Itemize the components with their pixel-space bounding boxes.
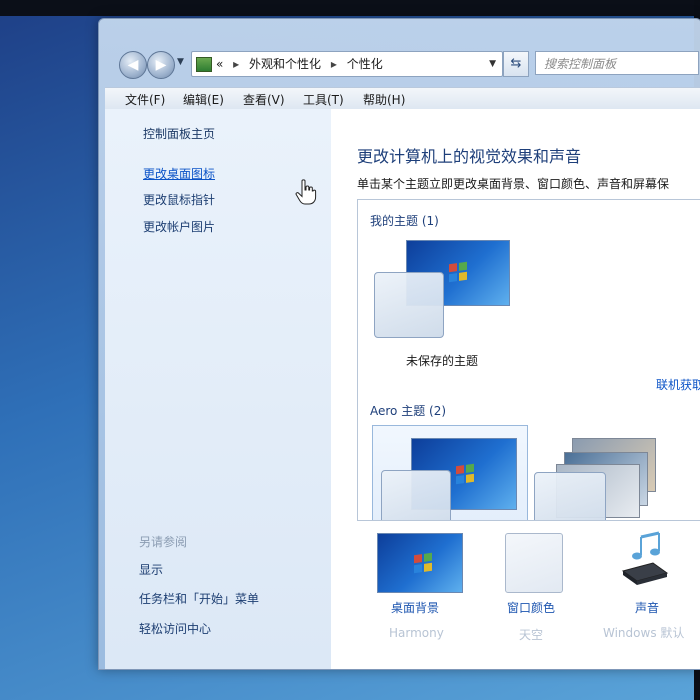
architecture-theme-color-swatch [534,472,606,520]
refresh-button[interactable]: ⇆ [503,51,529,77]
change-desktop-icons-link[interactable]: 更改桌面图标 [143,165,215,182]
breadcrumb-appearance[interactable]: 外观和个性化 [249,57,321,71]
windows-logo-icon [414,552,432,574]
windows-logo-icon [456,463,474,485]
breadcrumb-separator: ▸ [330,57,337,71]
address-dropdown-chevron-down-icon[interactable]: ▼ [489,52,496,76]
get-more-themes-online-link[interactable]: 联机获取 [656,376,700,393]
search-input[interactable]: 搜索控制面板 [535,51,699,75]
screen-bezel-top [0,0,700,16]
sound-icon[interactable] [617,529,673,587]
taskbar-start-menu-link[interactable]: 任务栏和「开始」菜单 [139,590,259,607]
change-account-picture-link[interactable]: 更改帐户图片 [143,218,215,235]
page-title: 更改计算机上的视觉效果和声音 [357,147,582,166]
unsaved-theme-color-swatch [374,272,444,338]
address-bar[interactable]: « ▸ 外观和个性化 ▸ 个性化 ▼ [191,51,503,77]
breadcrumb-separator: ▸ [233,57,240,71]
my-themes-heading: 我的主题 (1) [370,214,439,228]
menu-file[interactable]: 文件(F) [125,91,165,108]
sounds-button[interactable]: 声音 [635,599,659,616]
window-color-value: 天空 [519,628,544,642]
desktop-background-button[interactable]: 桌面背景 [391,599,439,616]
forward-button[interactable]: ▶ [147,51,175,79]
personalization-window: ◀ ▶ ▼ « ▸ 外观和个性化 ▸ 个性化 ▼ ⇆ 搜索控制面板 文件(F) … [98,18,700,670]
breadcrumb-overflow[interactable]: « [216,57,223,71]
recent-pages-chevron-down-icon[interactable]: ▼ [177,57,184,67]
menu-bar: 文件(F) 编辑(E) 查看(V) 工具(T) 帮助(H) [105,87,700,111]
window-color-button[interactable]: 窗口颜色 [507,599,555,616]
breadcrumb: « ▸ 外观和个性化 ▸ 个性化 [216,52,383,76]
window-color-thumbnail[interactable] [505,533,563,593]
unsaved-theme-label: 未保存的主题 [406,354,479,368]
breadcrumb-personalization[interactable]: 个性化 [347,57,383,71]
menu-tools[interactable]: 工具(T) [303,91,344,108]
back-button[interactable]: ◀ [119,51,147,79]
aero-theme-color-swatch [381,470,451,520]
sounds-value: Windows 默认 [603,626,685,640]
control-panel-icon [196,57,212,72]
menu-help[interactable]: 帮助(H) [363,91,405,108]
windows-logo-icon [449,261,467,283]
desktop-background-thumbnail[interactable] [377,533,463,593]
menu-edit[interactable]: 编辑(E) [183,91,224,108]
address-row: ◀ ▶ ▼ « ▸ 外观和个性化 ▸ 个性化 ▼ ⇆ 搜索控制面板 [111,49,699,79]
aero-theme-windows7[interactable] [372,425,528,520]
control-panel-home-link[interactable]: 控制面板主页 [143,125,215,142]
hand-cursor-icon [295,179,317,205]
page-description: 单击某个主题立即更改桌面背景、窗口颜色、声音和屏幕保 [357,177,670,191]
aero-themes-heading: Aero 主题 (2) [370,404,447,418]
theme-list[interactable]: 我的主题 (1) 未保存的主题 联机获取 Aero 主题 (2) [357,199,700,521]
desktop-background-value: Harmony [389,626,444,640]
see-also-heading: 另请参阅 [139,535,188,549]
menu-view[interactable]: 查看(V) [243,91,285,108]
ease-of-access-link[interactable]: 轻松访问中心 [139,620,211,637]
change-mouse-pointers-link[interactable]: 更改鼠标指针 [143,191,215,208]
display-link[interactable]: 显示 [139,561,163,578]
